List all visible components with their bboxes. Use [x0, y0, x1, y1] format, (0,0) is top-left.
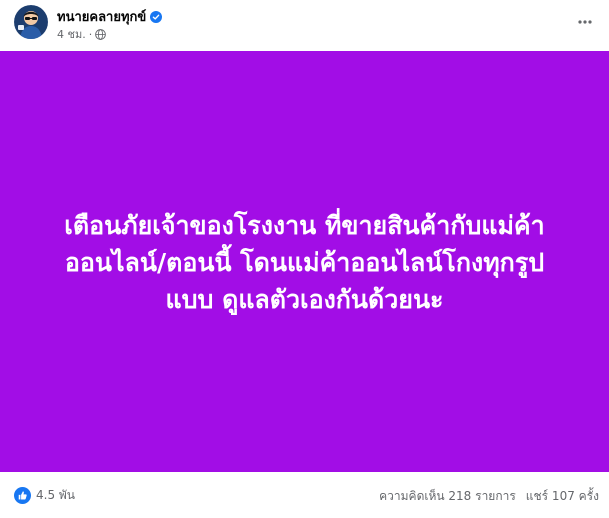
meta-separator: · — [88, 27, 93, 41]
post-timestamp[interactable]: 4 ชม. — [57, 25, 86, 43]
post-text: เตือนภัยเจ้าของโรงงาน ที่ขายสินค้ากับแม่… — [35, 207, 575, 318]
verified-badge-icon — [150, 10, 163, 23]
author-avatar[interactable] — [14, 5, 48, 39]
shares-count-link[interactable]: แชร์ 107 ครั้ง — [526, 487, 599, 506]
engagement-stats: ความคิดเห็น 218 รายการ แชร์ 107 ครั้ง — [379, 487, 599, 506]
post-text-line: แบบ ดูแลตัวเองกันด้วยนะ — [165, 285, 444, 314]
globe-icon — [95, 28, 107, 40]
post-header: ทนายคลายทุกข์ 4 ชม. · — [0, 0, 609, 51]
like-icon — [14, 487, 31, 504]
reaction-count: 4.5 พัน — [36, 488, 76, 502]
avatar-image — [14, 5, 48, 39]
colored-background-post: เตือนภัยเจ้าของโรงงาน ที่ขายสินค้ากับแม่… — [0, 51, 609, 472]
author-name[interactable]: ทนายคลายทุกข์ — [57, 6, 163, 27]
author-name-text: ทนายคลายทุกข์ — [57, 10, 147, 25]
comments-count-link[interactable]: ความคิดเห็น 218 รายการ — [379, 487, 516, 506]
more-horizontal-icon — [578, 20, 592, 24]
reactions-summary[interactable]: 4.5 พัน — [14, 486, 75, 505]
more-options-button[interactable] — [571, 8, 599, 36]
post-meta: 4 ชม. · — [57, 25, 107, 43]
post-text-line: ออนไลน์/ตอนนี้ โดนแม่ค้าออนไลน์โกงทุกรูป — [64, 248, 545, 277]
facebook-post: ทนายคลายทุกข์ 4 ชม. · เตือนภัยเจ้าของโรง… — [0, 0, 609, 518]
post-text-line: เตือนภัยเจ้าของโรงงาน ที่ขายสินค้ากับแม่… — [64, 211, 545, 240]
post-footer: 4.5 พัน ความคิดเห็น 218 รายการ แชร์ 107 … — [0, 472, 609, 518]
